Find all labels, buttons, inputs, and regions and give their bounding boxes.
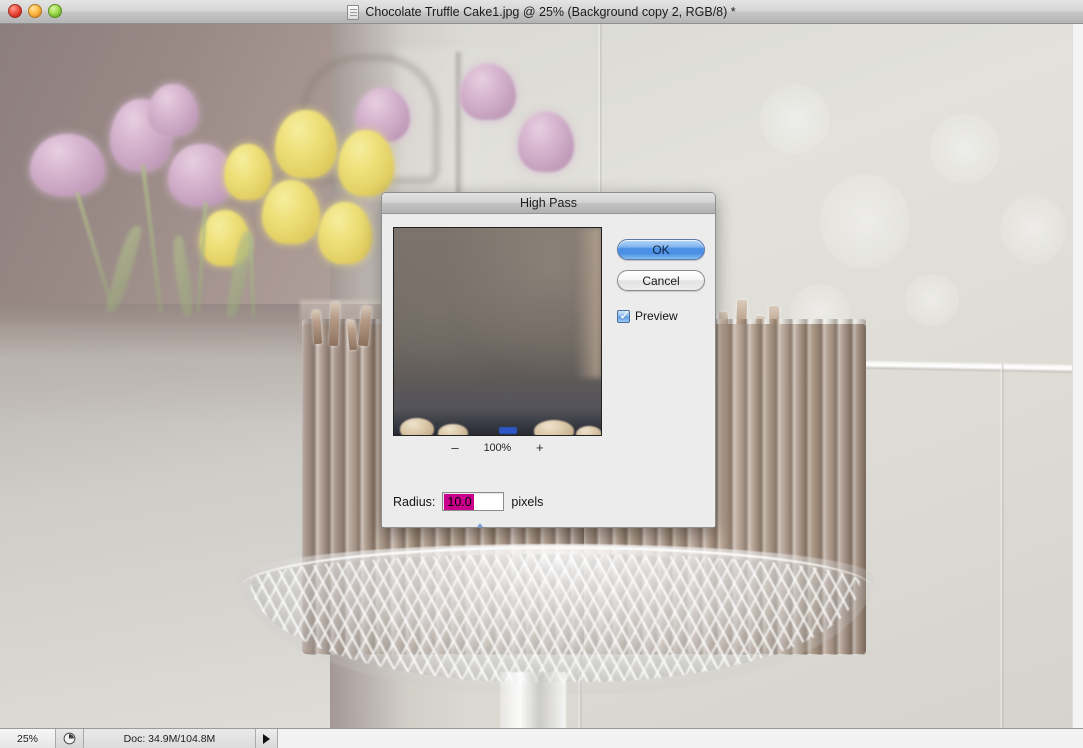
zoom-out-button[interactable]: – (448, 441, 461, 454)
radius-value: 10.0 (444, 493, 474, 510)
bokeh-highlight (1000, 194, 1066, 264)
tulip-yellow (338, 130, 394, 196)
tulip-yellow (224, 144, 272, 200)
preview-crumb (438, 424, 468, 435)
status-bar-filler (278, 729, 1083, 748)
document-icon (347, 4, 360, 20)
preview-zoom-value: 100% (483, 442, 512, 454)
minimize-button[interactable] (28, 4, 42, 18)
clock-icon-svg (63, 732, 76, 745)
preview-checkbox[interactable]: ✓ (617, 306, 631, 323)
dialog-body: – 100% + OK Cancel ✓ Preview Radius: 10.… (382, 214, 715, 527)
preview-crumb (400, 418, 434, 435)
radius-label: Radius: (393, 494, 436, 509)
preview-toggle-row[interactable]: ✓ Preview (617, 306, 678, 323)
bokeh-highlight (930, 114, 1000, 184)
close-button[interactable] (8, 4, 22, 18)
window-title-group: Chocolate Truffle Cake1.jpg @ 25% (Backg… (0, 0, 1083, 24)
tulip-yellow (275, 110, 337, 178)
preview-zoom-controls: – 100% + (393, 440, 602, 456)
bokeh-highlight (820, 174, 910, 269)
ok-button[interactable]: OK (617, 239, 705, 260)
filter-preview-image (394, 228, 601, 435)
grout-line-vertical (1000, 364, 1004, 728)
triangle-right-icon (263, 733, 270, 744)
bokeh-highlight (760, 84, 830, 154)
bokeh-highlight (905, 274, 959, 326)
preview-edge-highlight (575, 228, 601, 378)
zoom-button[interactable] (48, 4, 62, 18)
status-doc-size: Doc: 34.9M/104.8M (84, 729, 256, 748)
preview-checkbox-label: Preview (635, 309, 678, 323)
dialog-title: High Pass (520, 196, 577, 210)
high-pass-dialog: High Pass – 100% + OK Cancel ✓ Preview R… (381, 192, 716, 528)
window-title: Chocolate Truffle Cake1.jpg @ 25% (Backg… (365, 5, 736, 19)
tulip-pink (30, 134, 105, 196)
radius-units-label: pixels (511, 494, 544, 509)
preview-blue-speck (499, 427, 517, 434)
tulip-pink (460, 64, 516, 120)
clock-icon[interactable] (56, 729, 84, 748)
status-bar: 25% Doc: 34.9M/104.8M (0, 728, 1083, 748)
radius-input[interactable]: 10.0 (442, 492, 505, 511)
radius-slider[interactable] (393, 522, 591, 527)
slider-handle-peak (474, 523, 486, 527)
zoom-in-button[interactable]: + (533, 441, 547, 454)
status-zoom-level[interactable]: 25% (0, 729, 56, 748)
dialog-title-bar[interactable]: High Pass (382, 193, 715, 214)
preview-crumb (534, 420, 574, 435)
window-controls (8, 4, 62, 18)
preview-crumb (576, 426, 601, 435)
filter-preview-box[interactable] (393, 227, 602, 436)
tulip-pink (518, 112, 574, 172)
slider-handle[interactable] (471, 523, 489, 527)
canvas-right-margin (1072, 24, 1083, 728)
radius-field-row: Radius: 10.0 pixels (393, 492, 543, 511)
tulip-yellow (262, 180, 320, 244)
cancel-button[interactable]: Cancel (617, 270, 705, 291)
glass-stand-pedestal (500, 672, 566, 728)
window-title-bar: Chocolate Truffle Cake1.jpg @ 25% (Backg… (0, 0, 1083, 24)
tulip-yellow (318, 202, 372, 264)
status-expand-button[interactable] (256, 729, 278, 748)
photoshop-window: Chocolate Truffle Cake1.jpg @ 25% (Backg… (0, 0, 1083, 748)
tulip-pink (148, 84, 198, 136)
checkmark-icon: ✓ (619, 306, 631, 323)
